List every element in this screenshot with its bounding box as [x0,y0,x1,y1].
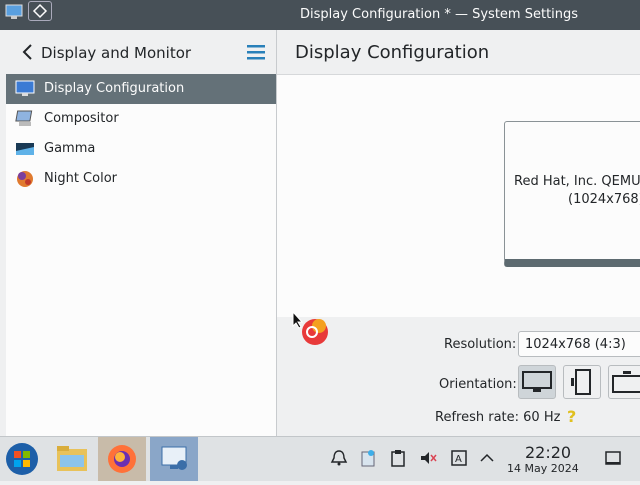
orientation-label: Orientation: [439,377,517,392]
night-color-icon [17,171,33,187]
hamburger-menu-icon[interactable] [246,43,266,61]
gamma-icon [16,143,34,155]
window-titlebar: Display Configuration * — System Setting… [0,0,640,30]
firefox-icon [108,445,136,473]
sidebar-title: Display and Monitor [41,44,192,62]
monitor-tile[interactable]: Red Hat, Inc. QEMU M (1024x768) [504,121,640,267]
taskbar-system-settings[interactable] [150,437,198,481]
sidebar-item-label: Night Color [44,171,117,186]
notifications-icon[interactable] [330,449,348,467]
clock-time[interactable]: 22:20 [525,443,571,462]
folder-icon [57,446,87,471]
clock-date[interactable]: 14 May 2024 [507,462,579,475]
sidebar-item-label: Display Configuration [44,81,185,96]
orientation-flipped-button[interactable] [608,365,640,399]
show-desktop-icon[interactable] [604,449,622,467]
clipboard-update-icon[interactable] [359,449,377,467]
flipped-monitor-icon [612,371,640,393]
sidebar-item-night-color[interactable]: Night Color [6,164,276,194]
orientation-portrait-button[interactable] [563,365,601,399]
notification-badge-icon [302,319,328,345]
keyboard-layout-icon[interactable]: A [450,449,468,467]
refresh-rate-label: Refresh rate: 60 Hz [435,410,561,425]
resolution-dropdown[interactable]: 1024x768 (4:3) [518,331,640,357]
system-settings-icon [161,446,187,470]
sidebar-item-label: Gamma [44,141,96,156]
start-menu-button[interactable] [0,437,44,481]
sidebar-item-display-configuration[interactable]: Display Configuration [6,74,276,104]
main-header: Display Configuration [277,30,640,75]
portrait-monitor-icon [571,369,591,395]
sidebar-item-gamma[interactable]: Gamma [6,134,276,164]
system-settings-icon[interactable] [5,3,23,21]
display-icon [15,80,35,96]
help-icon[interactable]: ? [564,407,580,425]
sidebar: Display and Monitor Display Configuratio… [6,30,277,436]
taskbar-firefox[interactable] [98,437,146,481]
start-orb-icon [6,443,38,475]
svg-text:A: A [455,454,462,465]
back-arrow-icon[interactable] [18,42,38,62]
volume-muted-icon[interactable] [419,449,437,467]
chevron-up-icon[interactable] [478,449,496,467]
sidebar-item-label: Compositor [44,111,119,126]
sidebar-header: Display and Monitor [6,30,276,75]
window-title: Display Configuration * — System Setting… [300,7,579,22]
clipboard-icon[interactable] [389,449,407,467]
taskbar-file-manager[interactable] [50,437,94,481]
sidebar-item-compositor[interactable]: Compositor [6,104,276,134]
monitor-resolution: (1024x768) [568,192,640,207]
output-settings: Resolution: 1024x768 (4:3) Orientation: … [277,317,640,436]
monitor-name: Red Hat, Inc. QEMU M [514,174,640,189]
compositor-icon [15,110,33,126]
resolution-value: 1024x768 (4:3) [525,337,626,352]
monitor-layout-area[interactable]: Red Hat, Inc. QEMU M (1024x768) [277,75,640,317]
landscape-monitor-icon [522,371,552,392]
taskbar: A 22:20 14 May 2024 [0,436,640,481]
resolution-label: Resolution: [444,337,517,352]
page-title: Display Configuration [295,42,490,63]
keep-above-icon[interactable] [28,1,52,21]
orientation-landscape-button[interactable] [518,365,556,399]
svg-text:?: ? [567,407,576,425]
